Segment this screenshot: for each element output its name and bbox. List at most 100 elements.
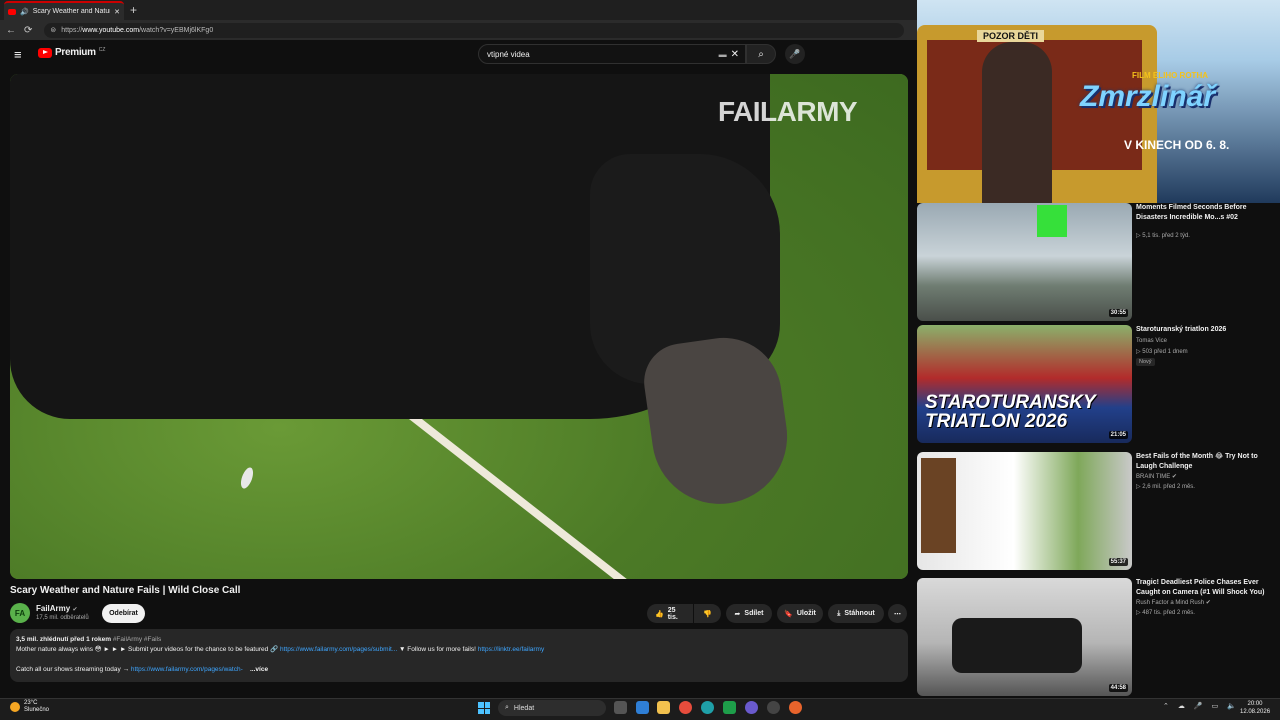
recommendation-thumbnail[interactable]: 55:37 <box>917 452 1132 570</box>
recommendation-thumbnail[interactable]: 30:55 <box>917 203 1132 321</box>
search-input[interactable]: vtipné videa ▬ ✕ <box>478 44 746 64</box>
clock[interactable]: 20:00 12.08.2026 <box>1240 700 1270 716</box>
sun-icon <box>10 702 20 712</box>
close-tab-icon[interactable]: ✕ <box>114 8 120 16</box>
app-icon[interactable] <box>767 701 780 714</box>
youtube-logo[interactable]: Premium CZ <box>38 47 105 58</box>
url-path: /watch?v=yEBMj6lKFg0 <box>139 26 214 34</box>
network-icon[interactable]: ▭ <box>1212 702 1219 710</box>
save-button[interactable]: 🔖 Uložit <box>777 604 823 623</box>
url-prefix: https:// <box>61 26 83 34</box>
weather-widget[interactable]: 23°C Slunečno <box>10 700 49 714</box>
system-tray[interactable]: ⌃ ☁ 🎤 ▭ 🔈 <box>1163 702 1236 710</box>
video-duration: 44:58 <box>1108 684 1128 692</box>
clear-search-icon[interactable]: ✕ <box>731 49 739 60</box>
recommendation-channel[interactable]: Rush Factor a Mind Rush ✔ <box>1136 599 1211 606</box>
store-icon[interactable] <box>636 701 649 714</box>
share-label: Sdílet <box>744 610 764 617</box>
download-label: Stáhnout <box>844 610 875 617</box>
edge-icon[interactable] <box>701 701 714 714</box>
excel-icon[interactable] <box>723 701 736 714</box>
channel-name[interactable]: FailArmy ✔ <box>36 604 78 613</box>
failarmy-watermark: FAILARMY <box>718 96 858 127</box>
movie-ad-banner[interactable]: POZOR DĚTI FILM ELIHO ROTHA Zmrzlinář V … <box>917 0 1280 203</box>
volume-icon[interactable]: 🔈 <box>1227 702 1236 710</box>
firefox-icon[interactable] <box>789 701 802 714</box>
recommendation-title: Staroturanský triatlon 2026 <box>1136 326 1227 333</box>
recommendation-item[interactable]: STAROTURANSKY TRIATLON 2026 21:05 Starot… <box>917 325 1277 447</box>
site-info-icon[interactable]: ⊜ <box>50 26 56 34</box>
recommendation-channel[interactable]: BRAIN TIME ✔ <box>1136 473 1177 480</box>
recommendation-title: Best Fails of the Month 😂 Try Not to Lau… <box>1136 453 1258 470</box>
address-bar-row: ← ⟳ ⊜ https://www.youtube.com/watch?v=yE… <box>0 20 917 40</box>
channel-avatar[interactable]: FA <box>10 603 30 623</box>
clock-time: 20:00 <box>1247 701 1263 707</box>
dislike-button[interactable]: 👎 <box>694 604 721 623</box>
share-button[interactable]: ➦ Sdílet <box>726 604 772 623</box>
browser-tab-bar <box>0 0 917 20</box>
keyboard-icon[interactable]: ▬ <box>719 50 727 59</box>
back-icon[interactable]: ← <box>6 25 16 36</box>
show-more-button[interactable]: ...více <box>250 666 268 673</box>
download-icon: ⤓ <box>837 609 841 617</box>
thumb-car <box>952 618 1082 673</box>
youtube-play-icon <box>38 47 52 58</box>
recommendation-thumbnail[interactable]: STAROTURANSKY TRIATLON 2026 21:05 <box>917 325 1132 443</box>
voice-search-button[interactable]: 🎤 <box>785 44 805 64</box>
messenger-icon[interactable] <box>745 701 758 714</box>
ad-character <box>982 42 1052 203</box>
video-duration: 30:55 <box>1108 309 1128 317</box>
windows-start-icon[interactable] <box>478 702 490 714</box>
description-text-1: Mother nature always wins 😳 ► ► ► Submit… <box>16 646 280 653</box>
cloud-icon[interactable]: ☁ <box>1178 702 1185 710</box>
file-explorer-icon[interactable] <box>657 701 670 714</box>
recommendation-meta: ▷ 503 před 1 dnem <box>1136 349 1188 355</box>
recommendation-item[interactable]: 30:55 Moments Filmed Seconds Before Disa… <box>917 203 1277 325</box>
search-icon: ⌕ <box>758 48 764 60</box>
description-text-2: ▼ Follow us for more fails! <box>397 646 478 653</box>
recommendation-meta: ▷ 5,1 tis. před 2 týd. <box>1136 233 1190 239</box>
search-button[interactable]: ⌕ <box>746 44 776 64</box>
ad-sign: POZOR DĚTI <box>977 30 1045 42</box>
video-player[interactable]: FAILARMY <box>10 74 908 579</box>
recommendations-list: 30:55 Moments Filmed Seconds Before Disa… <box>917 203 1280 698</box>
subscriber-count: 17,5 mil. odběratelů <box>36 615 89 621</box>
recommendation-item[interactable]: 55:37 Best Fails of the Month 😂 Try Not … <box>917 452 1277 574</box>
ad-title: Zmrzlinář <box>1080 80 1216 113</box>
new-tab-icon[interactable]: + <box>130 3 137 17</box>
recommendation-thumbnail[interactable]: 44:58 <box>917 578 1132 696</box>
recommendation-channel[interactable]: Tomas Vice <box>1136 338 1167 344</box>
video-duration: 55:37 <box>1108 558 1128 566</box>
download-button[interactable]: ⤓ Stáhnout <box>828 604 884 623</box>
browser-tab[interactable]: 🔊 Scary Weather and Nature Fa ✕ <box>4 1 124 20</box>
verified-icon: ✔ <box>72 607 78 613</box>
submit-link[interactable]: https://www.failarmy.com/pages/submit... <box>280 646 397 653</box>
reload-icon[interactable]: ⟳ <box>24 25 32 36</box>
ad-film-credit: FILM ELIHO ROTHA <box>1132 71 1208 80</box>
task-view-icon[interactable] <box>614 701 627 714</box>
recommendation-item[interactable]: 44:58 Tragic! Deadliest Police Chases Ev… <box>917 578 1277 698</box>
temperature: 23°C <box>24 700 38 706</box>
video-title: Scary Weather and Nature Fails | Wild Cl… <box>10 585 241 596</box>
chevron-up-icon[interactable]: ⌃ <box>1163 702 1169 710</box>
taskbar-search[interactable]: ⌕ Hledat <box>498 700 606 716</box>
like-button[interactable]: 👍 25 tis. <box>647 604 693 623</box>
video-duration: 21:05 <box>1108 431 1128 439</box>
watch-link[interactable]: https://www.failarmy.com/pages/watch- <box>131 666 243 673</box>
subscribe-button[interactable]: Odebírat <box>102 604 145 623</box>
description-box[interactable]: 3,5 mil. zhlédnutí před 1 rokem #FailArm… <box>10 629 908 682</box>
url-field[interactable]: ⊜ https://www.youtube.com/watch?v=yEBMj6… <box>44 22 905 38</box>
weather-text: Slunečno <box>24 707 50 713</box>
new-badge: Nový <box>1136 358 1155 366</box>
hashtags[interactable]: #FailArmy #Fails <box>113 636 161 643</box>
microphone-tray-icon[interactable]: 🎤 <box>1194 702 1203 710</box>
audio-icon[interactable]: 🔊 <box>20 8 29 16</box>
thumb-door <box>921 458 956 553</box>
share-icon: ➦ <box>734 610 741 618</box>
more-actions-button[interactable]: ⋯ <box>888 604 907 623</box>
hamburger-menu-icon[interactable]: ≡ <box>14 47 22 62</box>
tab-title: Scary Weather and Nature Fa <box>32 8 110 15</box>
chrome-icon[interactable] <box>679 701 692 714</box>
linktree-link[interactable]: https://linktr.ee/failarmy <box>478 646 544 653</box>
logo-text: Premium <box>55 47 96 58</box>
